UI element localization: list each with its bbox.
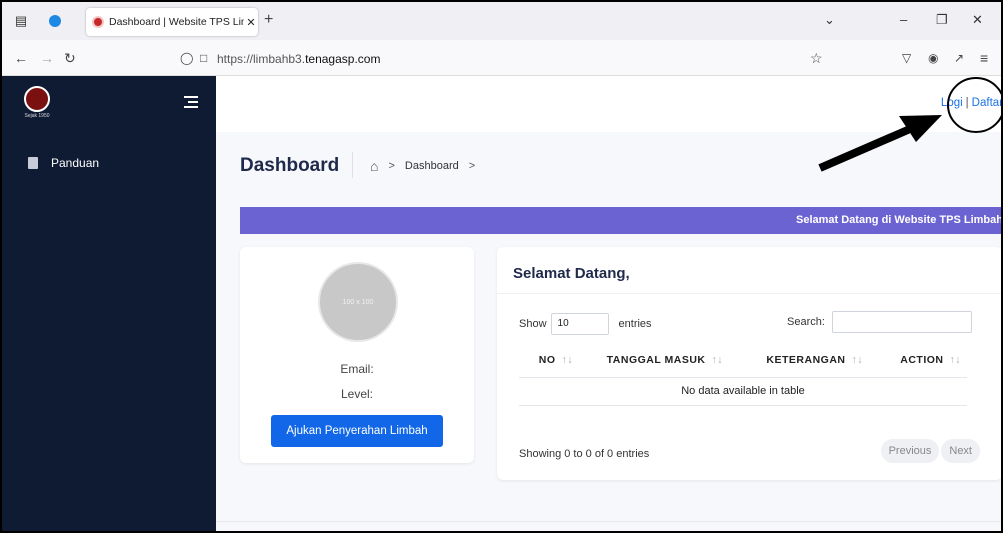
pocket-icon[interactable]: ▽ [902,51,911,65]
login-link[interactable]: Logi [941,97,963,109]
sort-icon: ↑↓ [711,353,723,366]
next-button[interactable]: Next [941,439,980,463]
share-icon[interactable]: ↗ [954,51,964,65]
email-label: Email: [340,362,374,376]
search-input[interactable] [831,311,972,333]
avatar-placeholder: 100 x 100 [342,298,374,306]
welcome-table-card: Selamat Datang, Show 10 entries Search: … [497,247,1001,480]
tab-dropdown-icon[interactable]: ⌄ [824,12,835,28]
table-info: Showing 0 to 0 of 0 entries [519,448,650,460]
entries-select[interactable]: 10 [550,313,609,335]
footer-divider [216,521,1001,522]
table-row: No data available in table [519,377,967,406]
main-content: Logi | Daftar Dashboard ⌂ > Dashboard > Se… [216,76,1003,531]
url-prefix: https://limbahb3. [217,52,306,66]
reload-icon[interactable]: ↻ [64,50,76,67]
column-header-tanggal-masuk[interactable]: TANGGAL MASUK ↑↓ [579,343,729,378]
home-icon[interactable]: ⌂ [370,158,378,174]
column-header-keterangan[interactable]: KETERANGAN ↑↓ [729,343,869,378]
shield-icon[interactable]: ◯ [180,51,193,65]
minimize-icon[interactable]: – [900,12,907,27]
chevron-right-icon: > [388,160,395,172]
extension-icon[interactable] [44,10,66,32]
browser-tab[interactable]: Dashboard | Website TPS Limba ✕ [86,8,258,36]
lock-icon[interactable]: □ [200,51,207,65]
level-label: Level: [340,387,374,401]
search-label: Search: [787,316,825,328]
register-link[interactable]: Daftar [972,97,1001,109]
tab-title: Dashboard | Website TPS Limba [109,16,244,28]
previous-button[interactable]: Previous [880,439,940,463]
column-header-action[interactable]: ACTION ↑↓ [869,343,967,378]
close-window-icon[interactable]: ✕ [972,12,983,28]
data-table: NO ↑↓ TANGGAL MASUK ↑↓ KETERANGAN ↑↓ ACTION… [519,343,967,406]
auth-separator: | [965,97,969,109]
close-tab-icon[interactable]: ✕ [244,16,258,29]
breadcrumb: ⌂ > Dashboard > [370,158,475,174]
account-icon[interactable]: ◉ [928,51,938,65]
entries-label: entries [618,318,652,330]
avatar: 100 x 100 [318,262,398,342]
show-label: Show [519,318,547,330]
bookmark-star-icon[interactable]: ☆ [810,50,823,67]
menu-icon[interactable]: ≡ [980,50,988,66]
sidebar-item-panduan[interactable]: Panduan [28,156,99,170]
submit-waste-button[interactable]: Ajukan Penyerahan Limbah [271,415,443,447]
browser-tab-bar: ▤ Dashboard | Website TPS Limba ✕ + ⌄ – … [2,2,1001,40]
breadcrumb-item[interactable]: Dashboard [405,160,459,172]
new-tab-icon[interactable]: + [264,11,273,29]
empty-table-message: No data available in table [519,377,967,406]
table-search: Search: [787,311,972,333]
restore-icon[interactable]: ❐ [936,12,948,28]
sidebar-item-label: Panduan [51,156,100,170]
tab-list-icon[interactable]: ▤ [10,10,32,32]
logo[interactable]: Sejak 1950 [24,86,50,119]
banner-text: Selamat Datang di Website TPS Limbah [795,214,1003,226]
logo-tagline: Sejak 1950 [24,113,50,119]
top-header: Logi | Daftar [216,76,1001,132]
pagination: Previous Next [880,439,980,463]
sort-icon: ↑↓ [851,353,863,366]
logo-emblem-icon [24,86,50,112]
welcome-banner: Selamat Datang di Website TPS Limbah [240,207,1003,234]
sidebar: Sejak 1950 Panduan [2,76,216,531]
card-title: Selamat Datang, [513,265,630,282]
entries-length-control: Show 10 entries [519,313,652,335]
browser-nav-bar: ← → ↻ ◯ □ https://limbahb3.tenagasp.com … [2,40,1001,76]
column-header-no[interactable]: NO ↑↓ [519,343,579,378]
sort-icon: ↑↓ [561,353,573,366]
breadcrumb-divider [352,152,353,178]
sort-icon: ↑↓ [949,353,961,366]
profile-card: 100 x 100 Email: Level: Ajukan Penyeraha… [240,247,474,463]
screenshot-frame: ▤ Dashboard | Website TPS Limba ✕ + ⌄ – … [0,0,1003,533]
forward-icon[interactable]: → [40,50,54,66]
url-domain: tenagasp.com [305,52,381,66]
url-bar[interactable]: https://limbahb3.tenagasp.com [217,52,380,66]
chevron-right-icon: > [468,160,476,172]
back-icon[interactable]: ← [14,50,28,66]
site-favicon-icon [92,16,104,28]
sidebar-toggle-icon[interactable] [184,96,198,111]
page-title: Dashboard [240,155,340,176]
card-divider [497,293,1001,294]
book-icon [28,157,38,169]
auth-links: Logi | Daftar [941,97,1001,109]
